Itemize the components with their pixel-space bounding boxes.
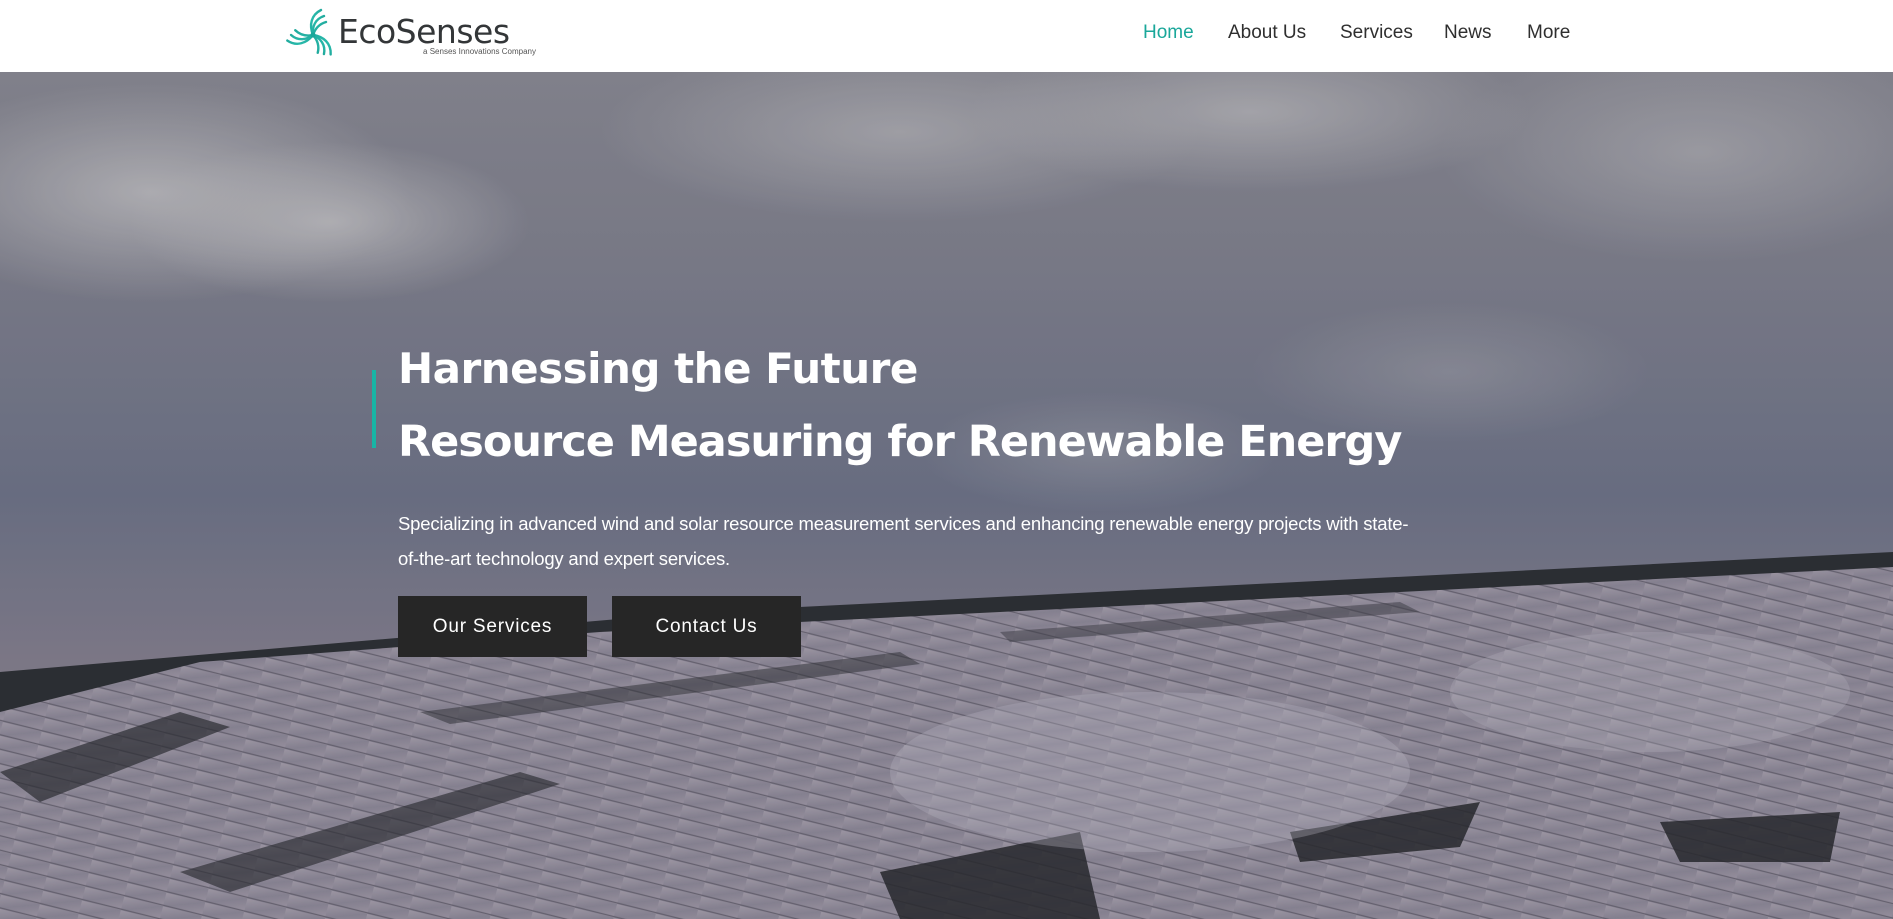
- site-header: EcoSenses a Senses Innovations Company H…: [0, 0, 1893, 72]
- nav-item-home[interactable]: Home: [1143, 22, 1194, 44]
- our-services-button[interactable]: Our Services: [398, 596, 587, 657]
- contact-us-button[interactable]: Contact Us: [612, 596, 801, 657]
- triskelion-turbine-icon: [286, 8, 332, 56]
- nav-item-about-us[interactable]: About Us: [1228, 22, 1306, 44]
- logo-wordmark: EcoSenses: [338, 12, 510, 51]
- hero-subheadline: Resource Measuring for Renewable Energy: [398, 417, 1402, 467]
- headline-accent-bar: [372, 370, 376, 448]
- logo-tagline: a Senses Innovations Company: [423, 47, 536, 56]
- nav-item-news[interactable]: News: [1444, 22, 1492, 44]
- solar-panel-field-photo: [0, 72, 1893, 919]
- hero-section: Harnessing the Future Resource Measuring…: [0, 72, 1893, 919]
- hero-description: Specializing in advanced wind and solar …: [398, 513, 1409, 569]
- logo-link[interactable]: EcoSenses a Senses Innovations Company: [286, 8, 536, 64]
- hero-headline: Harnessing the Future: [398, 344, 918, 393]
- nav-item-more[interactable]: More: [1527, 22, 1570, 44]
- nav-item-services[interactable]: Services: [1340, 22, 1413, 44]
